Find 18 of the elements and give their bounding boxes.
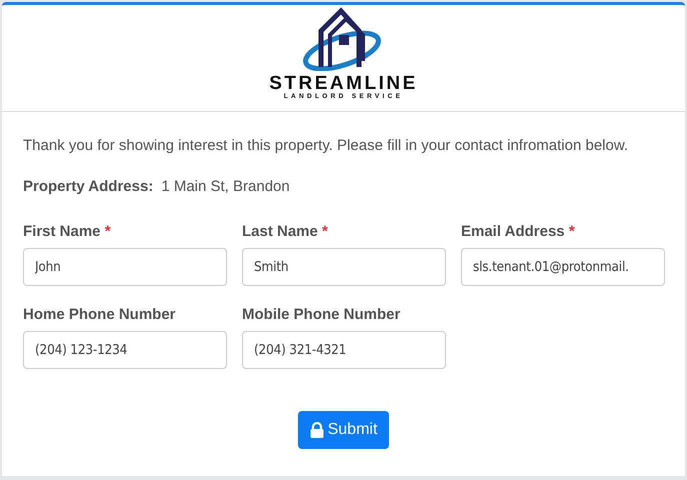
required-mark: * bbox=[104, 223, 111, 240]
required-mark: * bbox=[322, 223, 328, 240]
input-field[interactable]: Smith bbox=[242, 248, 446, 286]
field-label: Home Phone Number bbox=[23, 306, 177, 323]
logo-name: STREAMLINE bbox=[269, 75, 418, 93]
input-field[interactable]: (204) 321-4321 bbox=[242, 331, 446, 369]
intro-text: Thank you for showing interest in this property. Please fill in your contact infromation below. bbox=[23, 136, 630, 156]
lock-icon bbox=[310, 422, 324, 438]
field-label: Email Address * bbox=[461, 223, 576, 240]
submit-button[interactable]: Submit bbox=[298, 411, 390, 449]
input-field[interactable]: sls.tenant.01@protonmail. bbox=[461, 248, 665, 286]
field-label: Mobile Phone Number bbox=[242, 306, 402, 323]
property-address-label: Property Address: bbox=[23, 178, 154, 195]
property-address-value: 1 Main St, Brandon bbox=[161, 178, 290, 195]
field-label: First Name * bbox=[23, 223, 112, 240]
field-label: Last Name * bbox=[242, 223, 329, 240]
required-mark: * bbox=[568, 223, 575, 240]
input-field[interactable]: (204) 123-1234 bbox=[23, 331, 227, 369]
